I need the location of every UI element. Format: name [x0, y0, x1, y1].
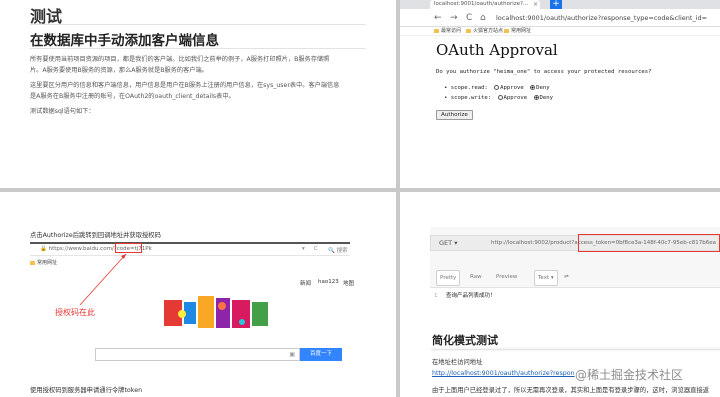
juejin-watermark: @稀土掘金技术社区 [575, 368, 684, 382]
bookmarks-bar: 最常访问 火狐官方站点 常用网址 [400, 27, 720, 36]
doc-page-2: localhost:9001/oauth/authorize?... × + ←… [400, 0, 720, 188]
paragraph-2: 这里要区分用户的信息和客户端信息，用户信息是用户在B服务上注册的用户信息，在sy… [30, 81, 370, 102]
approve-radio[interactable] [494, 85, 500, 90]
baidu-search-input[interactable]: ▣ [95, 348, 300, 361]
lock-icon: 🔒 [40, 246, 47, 252]
format-label: Text [538, 275, 550, 281]
wrap-icon[interactable]: ⇌ [564, 270, 569, 284]
bookmark-label: 最常访问 [441, 28, 462, 34]
instruction-line-2: 使用授权码到服务器申请通行令牌token [30, 387, 143, 394]
folder-icon [434, 28, 439, 33]
address-bar[interactable]: localhost:9001/oauth/authorize?response_… [496, 12, 720, 24]
code-highlight-box [115, 243, 142, 253]
bookmark-common-sites[interactable]: 常用网址 [30, 259, 57, 266]
approve-label: Approve [500, 85, 524, 91]
home-icon[interactable]: ⌂ [480, 12, 486, 24]
heading-divider [432, 349, 720, 350]
forward-arrow-icon[interactable]: → [450, 12, 458, 24]
response-text: 查询产品列表成功！ [446, 293, 496, 299]
browser-toolbar: ← → C ⌂ localhost:9001/oauth/authorize?r… [400, 9, 720, 27]
format-select[interactable]: Text ▾ [534, 270, 558, 286]
paragraph-1-line-2: 片。A服务要使用B服务的资源，那么A服务就是B服务的客户端。 [30, 66, 208, 74]
bookmark-label: 火狐官方站点 [473, 28, 504, 34]
bookmark-label: 常用网址 [511, 28, 532, 34]
deny-label: Deny [536, 85, 550, 91]
bullet: • [444, 95, 448, 101]
search-label[interactable]: 🔍 搜索 [328, 246, 348, 254]
search-icon: 🔍 [328, 248, 335, 254]
link-hao123[interactable]: hao123 [318, 279, 339, 285]
bullet: • [444, 85, 448, 91]
approve-radio[interactable] [497, 95, 503, 100]
tab-preview[interactable]: Preview [496, 270, 517, 284]
response-format-tabs: Pretty Raw Preview Text ▾ ⇌ [430, 270, 720, 286]
close-tab-icon[interactable]: × [533, 0, 538, 9]
bookmark-most-visited[interactable]: 最常访问 [434, 27, 461, 36]
browser-tab[interactable]: localhost:9001/oauth/authorize?... [430, 0, 540, 9]
method-label: GET [439, 239, 453, 247]
refresh-icon[interactable]: C [314, 246, 318, 252]
doc-page-4: GET ▾ http://localhost:9002/product?acce… [400, 192, 720, 397]
firefox-icon [466, 28, 471, 33]
section-heading: 在数据库中手动添加客户端信息 [30, 33, 219, 49]
dropdown-icon[interactable]: ▾ [302, 246, 305, 252]
new-tab-button[interactable]: + [550, 0, 562, 9]
method-select[interactable]: GET ▾ [439, 236, 457, 251]
chevron-down-icon: ▾ [454, 239, 458, 247]
link-map[interactable]: 地图 [343, 279, 354, 287]
authorize-button[interactable]: Authorize [436, 110, 473, 120]
paragraph-1: 所有要使用当前项目资源的项目，都是我们的客户端。比如我们之前举的例子，A服务打印… [30, 55, 370, 76]
bookmark-label: 常用网址 [37, 260, 58, 266]
browser-tab-bar: localhost:9001/oauth/authorize?... × + [400, 0, 720, 9]
paragraph-1-line-1: 所有要使用当前项目资源的项目，都是我们的客户端。比如我们之前举的例子，A服务打印… [30, 56, 330, 63]
chevron-down-icon: ▾ [550, 275, 554, 281]
paragraph-3: 测试数据sql语句如下： [30, 108, 95, 115]
folder-icon [30, 260, 35, 265]
reload-icon[interactable]: C [466, 12, 472, 24]
instruction-line-1: 点击Authorize后跳转到回调地址并获取授权码 [30, 232, 161, 239]
bookmark-firefox-site[interactable]: 火狐官方站点 [466, 27, 503, 36]
line-number: 1 [434, 293, 438, 299]
scope-read-row: • scope.read: Approve Deny [444, 85, 550, 91]
authorize-link[interactable]: http://localhost:9001/oauth/authorize?re… [432, 370, 575, 377]
code-annotation-label: 授权码在此 [55, 308, 95, 317]
camera-icon[interactable]: ▣ [289, 351, 295, 358]
authorize-question: Do you authorize "heima_one" to access y… [436, 69, 652, 75]
deny-radio[interactable] [533, 95, 539, 100]
deny-radio[interactable] [530, 85, 536, 90]
baidu-address-bar: 🔒 https://www.baidu.com/?code=tj71Pk ▾ C… [30, 242, 350, 256]
tab-raw[interactable]: Raw [470, 270, 482, 284]
oauth-approval-heading: OAuth Approval [436, 41, 558, 59]
tab-pretty[interactable]: Pretty [436, 270, 461, 286]
doc-page-1: 测试 在数据库中手动添加客户端信息 所有要使用当前项目资源的项目，都是我们的客户… [0, 0, 396, 188]
heading-divider [30, 48, 366, 49]
url-prefix: http://localhost:9002/product? [491, 240, 575, 246]
scope-name: scope.write: [450, 95, 492, 101]
section-heading: 简化模式测试 [432, 334, 498, 347]
scope-write-row: • scope.write: Approve Deny [444, 95, 553, 101]
scope-name: scope.read: [450, 85, 488, 91]
instruction-line-1: 在地址栏访问地址 [432, 359, 483, 366]
title-divider [30, 24, 366, 25]
paragraph-2-line-2: 是A服务在B服务中注册的账号，在OAuth2的oauth_client_deta… [30, 92, 235, 100]
instruction-line-2: 由于上面用户已经登录过了，所以无需再次登录，其实和上面是有登录步骤的，这时，浏览… [432, 387, 710, 394]
deny-label: Deny [539, 95, 553, 101]
link-news[interactable]: 新闻 [300, 279, 311, 287]
folder-icon [504, 28, 509, 33]
baidu-doodle-logo[interactable] [162, 294, 272, 332]
token-highlight-box [578, 234, 720, 252]
bookmark-common-sites[interactable]: 常用网址 [504, 27, 531, 36]
search-label-text: 搜索 [336, 248, 348, 254]
back-arrow-icon[interactable]: ← [434, 12, 442, 24]
response-line: 1 查询产品列表成功！ [434, 291, 496, 299]
baidu-search-button[interactable]: 百度一下 [300, 348, 342, 361]
doc-page-3: 点击Authorize后跳转到回调地址并获取授权码 🔒 https://www.… [0, 192, 396, 397]
paragraph-2-line-1: 这里要区分用户的信息和客户端信息，用户信息是用户在B服务上注册的用户信息，在sy… [30, 82, 340, 89]
approve-label: Approve [503, 95, 528, 101]
